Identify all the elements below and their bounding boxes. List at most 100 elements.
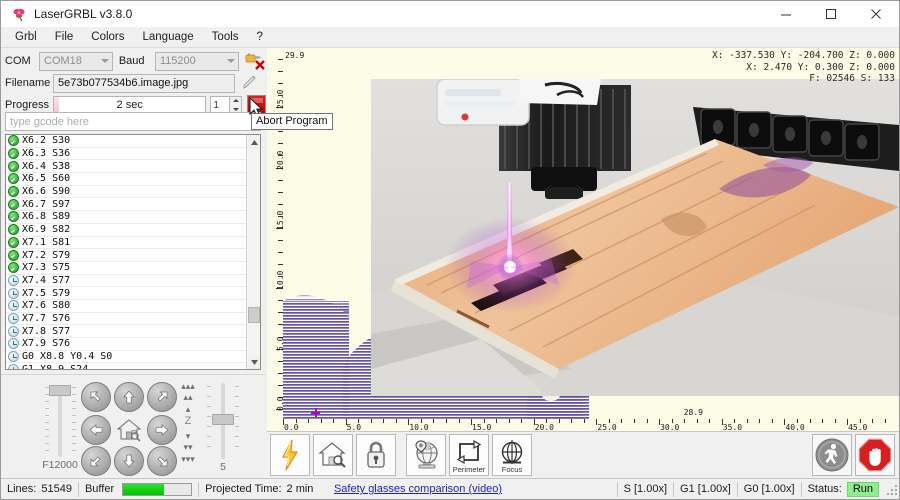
jog-home-button[interactable]	[114, 415, 144, 445]
step-slider-ticks-left	[207, 383, 211, 459]
gcode-line[interactable]: X6.9 S82	[6, 224, 260, 237]
close-icon[interactable]	[854, 1, 899, 27]
focus-button[interactable]: Focus	[492, 434, 532, 476]
menu-item-grbl[interactable]: Grbl	[6, 29, 46, 45]
ruler-tick	[521, 419, 523, 423]
maximize-icon[interactable]	[809, 1, 854, 27]
set-origin-button[interactable]	[406, 434, 446, 476]
filename-label: Filename	[5, 77, 51, 89]
feed-speed-readout: F: 02546 S: 133	[809, 73, 895, 84]
z-down-fast-icon[interactable]: ▾▾▾	[181, 454, 195, 465]
preview-canvas[interactable]: 28.9	[283, 48, 899, 419]
gcode-line[interactable]: X6.4 S38	[6, 160, 260, 174]
gcode-line-text: X7.8 S77	[22, 325, 71, 337]
camera-video-overlay[interactable]	[371, 79, 899, 396]
com-port-select[interactable]: COM18	[39, 51, 113, 71]
ruler-label: 0.0	[284, 423, 299, 431]
pencil-edit-icon[interactable]	[241, 75, 259, 91]
step-size-slider[interactable]	[201, 383, 245, 459]
ruler-tick	[278, 372, 283, 374]
home-search-button[interactable]	[313, 434, 353, 476]
ruler-tick	[746, 419, 748, 423]
gcode-command-placeholder: type gcode here	[10, 115, 89, 128]
g0-override-cell[interactable]: G0 [1.00x]	[738, 479, 801, 500]
z-down-med-icon[interactable]: ▾▾	[181, 442, 195, 453]
ruler-tick	[834, 419, 836, 423]
gcode-line[interactable]: X7.1 S81	[6, 236, 260, 250]
ruler-tick	[278, 300, 283, 302]
g1-override-cell[interactable]: G1 [1.00x]	[674, 479, 737, 500]
menu-item-file[interactable]: File	[46, 29, 83, 45]
menu-item-help[interactable]: ?	[248, 29, 272, 45]
house-magnifier-icon	[318, 442, 346, 468]
scroll-down-icon[interactable]	[247, 355, 260, 369]
engraving-preview[interactable]: 28.9 0.0 5.0 10.0 15.0 20.0 25.0 0.0 5.0 10.0 15…	[267, 48, 899, 431]
jog-up-left-button[interactable]	[81, 382, 111, 412]
z-up-slow-icon[interactable]: ▴	[181, 404, 195, 415]
gcode-line[interactable]: X6.6 S90	[6, 186, 260, 199]
perimeter-button[interactable]: Perimeter	[449, 434, 489, 476]
gcode-line[interactable]: G0 X8.8 Y0.4 S0	[6, 351, 260, 364]
ruler-label: 10.0	[409, 423, 429, 431]
jog-down-left-button[interactable]	[81, 446, 111, 476]
ruler-label: 35.0	[722, 423, 743, 431]
jog-down-button[interactable]	[114, 446, 144, 476]
z-up-med-icon[interactable]: ▴▴	[181, 392, 195, 403]
chevron-down-icon	[227, 59, 235, 63]
gcode-line[interactable]: G1 X8.9 S24	[6, 363, 260, 369]
menu-item-language[interactable]: Language	[134, 29, 203, 45]
minimize-icon[interactable]	[764, 1, 809, 27]
disconnect-plug-icon[interactable]	[244, 52, 266, 70]
ruler-tick	[571, 419, 573, 423]
gcode-line-text: X6.4 S38	[22, 160, 71, 172]
safety-glasses-link[interactable]: Safety glasses comparison (video)	[334, 483, 502, 495]
run-pause-button[interactable]	[812, 434, 852, 476]
jog-up-right-button[interactable]	[147, 382, 177, 412]
gcode-scrollbar[interactable]	[246, 135, 260, 369]
gcode-line[interactable]: X7.4 S77	[6, 274, 260, 288]
gcode-line[interactable]: X6.7 S97	[6, 198, 260, 212]
gcode-list[interactable]: X6.2 S30 X6.3 S36 X6.4 S38 X6.5 S60 X6.6 S90…	[5, 134, 261, 370]
gcode-line[interactable]: X6.3 S36	[6, 148, 260, 161]
step-slider-thumb[interactable]	[212, 414, 234, 425]
z-up-fast-icon[interactable]: ▴▴▴	[181, 381, 195, 392]
walking-person-icon	[815, 438, 849, 472]
menu-item-tools[interactable]: Tools	[203, 29, 248, 45]
unlock-power-button[interactable]	[270, 434, 310, 476]
scrollbar-thumb[interactable]	[248, 307, 260, 323]
gcode-line[interactable]: X7.9 S76	[6, 338, 260, 351]
gcode-line[interactable]: X6.8 S89	[6, 211, 260, 224]
jog-left-button[interactable]	[81, 415, 111, 445]
filename-field[interactable]: 5e73b077534b6.image.jpg	[53, 73, 235, 93]
jog-down-right-button[interactable]	[147, 446, 177, 476]
z-down-slow-icon[interactable]: ▾	[181, 431, 195, 442]
line-pending-icon	[8, 287, 19, 299]
gcode-line[interactable]: X6.2 S30	[6, 135, 260, 148]
gcode-line[interactable]: X6.5 S60	[6, 173, 260, 186]
gcode-line[interactable]: X7.7 S76	[6, 312, 260, 326]
home-icon	[116, 419, 142, 442]
ruler-label: 15.0	[472, 423, 492, 431]
origin-crosshair	[311, 408, 320, 417]
lock-button[interactable]	[356, 434, 396, 476]
scroll-up-icon[interactable]	[247, 135, 260, 149]
gcode-command-input[interactable]: type gcode here	[5, 112, 261, 131]
spindle-override-cell[interactable]: S [1.00x]	[618, 479, 673, 500]
resize-gripper[interactable]	[885, 483, 897, 495]
stepper-up-icon[interactable]	[230, 97, 241, 106]
stop-button[interactable]	[855, 434, 895, 476]
jog-up-button[interactable]	[114, 382, 144, 412]
gcode-line[interactable]: X7.2 S79	[6, 249, 260, 262]
menu-item-colors[interactable]: Colors	[82, 29, 133, 45]
feed-rate-slider[interactable]	[39, 385, 81, 457]
gcode-line[interactable]: X7.8 S77	[6, 325, 260, 338]
step-size-label: 5	[220, 461, 226, 473]
ruler-tick	[278, 203, 283, 205]
gcode-line[interactable]: X7.6 S80	[6, 300, 260, 313]
feed-slider-thumb[interactable]	[49, 385, 71, 396]
gcode-line[interactable]: X7.5 S79	[6, 287, 260, 300]
bottom-toolbar: Perimeter Focus	[267, 431, 899, 478]
baud-rate-select[interactable]: 115200	[154, 51, 239, 71]
jog-right-button[interactable]	[147, 415, 177, 445]
gcode-line[interactable]: X7.3 S75	[6, 262, 260, 275]
